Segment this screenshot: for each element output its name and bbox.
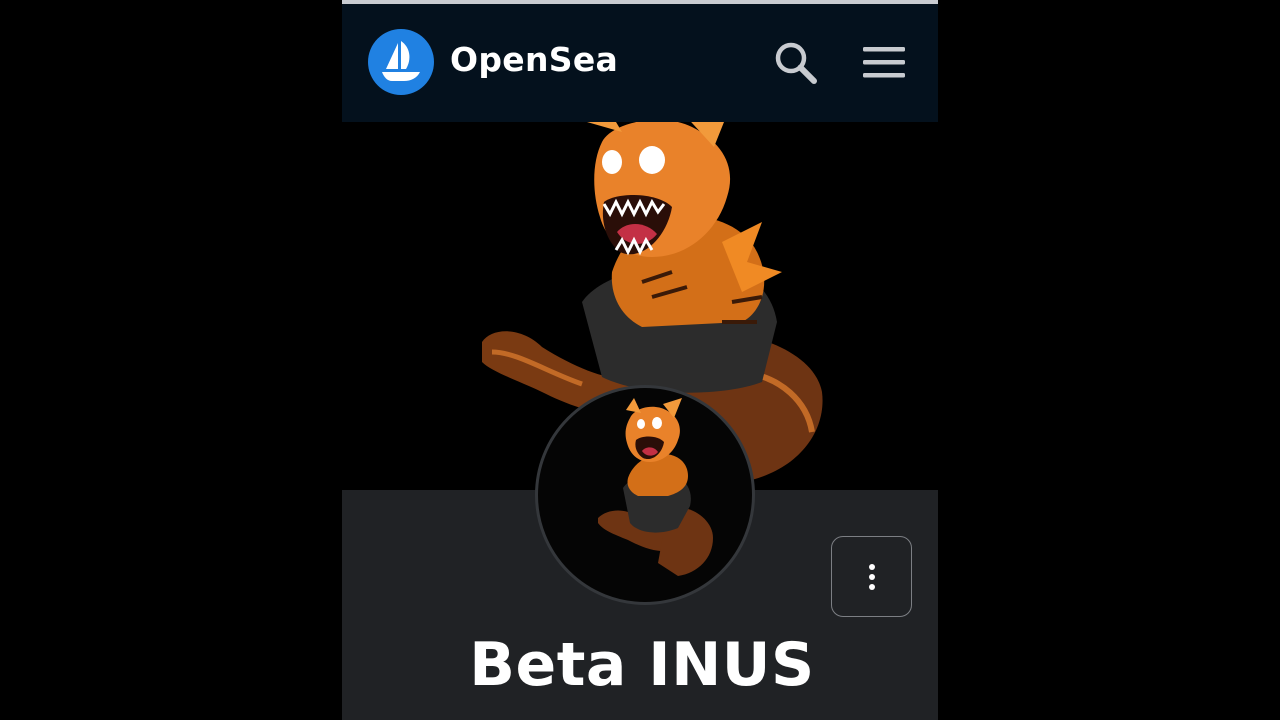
mobile-screen: OpenSea Beta INUS bbox=[342, 0, 938, 720]
hamburger-menu-icon[interactable] bbox=[860, 39, 908, 87]
opensea-logo-icon[interactable] bbox=[368, 29, 434, 95]
collection-avatar[interactable] bbox=[535, 385, 755, 605]
collection-title: Beta INUS bbox=[469, 630, 815, 700]
more-options-button[interactable] bbox=[831, 536, 912, 617]
navbar: OpenSea bbox=[342, 4, 938, 122]
brand-name[interactable]: OpenSea bbox=[450, 40, 618, 79]
search-icon[interactable] bbox=[772, 39, 820, 87]
